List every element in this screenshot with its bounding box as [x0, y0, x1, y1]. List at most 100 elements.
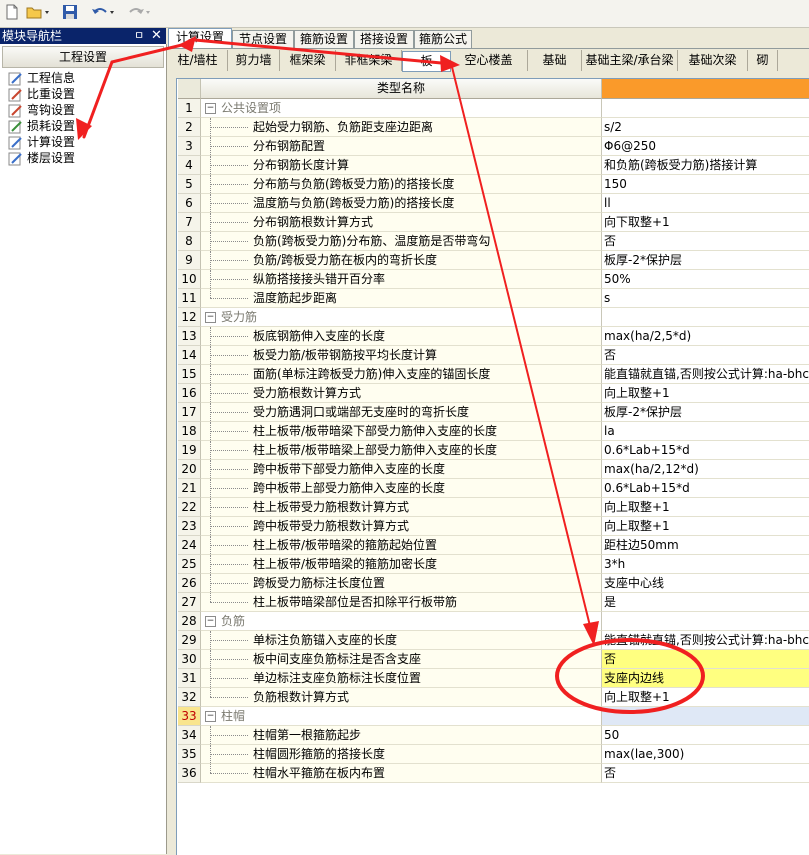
- grid-header-name[interactable]: 类型名称: [201, 79, 602, 99]
- row-value-cell[interactable]: Φ6@250: [602, 137, 809, 156]
- row-value-cell[interactable]: 能直锚就直锚,否则按公式计算:ha-bhc+15*d: [602, 365, 809, 384]
- row-value-cell[interactable]: 150: [602, 175, 809, 194]
- table-row[interactable]: 7 分布钢筋根数计算方式 向下取整+1: [178, 213, 809, 232]
- table-row[interactable]: 10 纵筋搭接接头错开百分率 50%: [178, 270, 809, 289]
- component-tab-10[interactable]: 砌: [748, 50, 778, 71]
- component-tab-9[interactable]: 基础次梁: [678, 50, 748, 71]
- component-tab-3[interactable]: 框架梁: [280, 50, 336, 71]
- nav-item-3[interactable]: 弯钩设置: [8, 102, 75, 118]
- table-row[interactable]: 18 柱上板带/板带暗梁下部受力筋伸入支座的长度 la: [178, 422, 809, 441]
- row-value-cell[interactable]: 支座中心线: [602, 574, 809, 593]
- group-row[interactable]: 1− 公共设置项: [178, 99, 809, 118]
- row-value-cell[interactable]: max(ha/2,5*d): [602, 327, 809, 346]
- table-row[interactable]: 14 板受力筋/板带钢筋按平均长度计算 否: [178, 346, 809, 365]
- table-row[interactable]: 21 跨中板带上部受力筋伸入支座的长度 0.6*Lab+15*d: [178, 479, 809, 498]
- table-row[interactable]: 13 板底钢筋伸入支座的长度 max(ha/2,5*d): [178, 327, 809, 346]
- row-value-cell[interactable]: 是: [602, 593, 809, 612]
- table-row[interactable]: 27 柱上板带暗梁部位是否扣除平行板带筋 是: [178, 593, 809, 612]
- table-row[interactable]: 36 柱帽水平箍筋在板内布置 否: [178, 764, 809, 783]
- tab-3[interactable]: 箍筋设置: [294, 30, 354, 48]
- row-value-cell[interactable]: 3*h: [602, 555, 809, 574]
- table-row[interactable]: 19 柱上板带/板带暗梁上部受力筋伸入支座的长度 0.6*Lab+15*d: [178, 441, 809, 460]
- row-value-cell[interactable]: max(lae,300): [602, 745, 809, 764]
- nav-item-6[interactable]: 楼层设置: [8, 150, 75, 166]
- row-value-cell[interactable]: 和负筋(跨板受力筋)搭接计算: [602, 156, 809, 175]
- row-value-cell[interactable]: 否: [602, 346, 809, 365]
- row-value-cell[interactable]: ll: [602, 194, 809, 213]
- nav-header-button[interactable]: 工程设置: [2, 46, 164, 68]
- group-row[interactable]: 33− 柱帽: [178, 707, 809, 726]
- redo-icon[interactable]: [126, 4, 156, 22]
- nav-item-5[interactable]: 计算设置: [8, 134, 75, 150]
- table-row[interactable]: 31 单边标注支座负筋标注长度位置 支座内边线: [178, 669, 809, 688]
- table-row[interactable]: 17 受力筋遇洞口或端部无支座时的弯折长度 板厚-2*保护层: [178, 403, 809, 422]
- row-value-cell[interactable]: 距柱边50mm: [602, 536, 809, 555]
- table-row[interactable]: 2 起始受力钢筋、负筋距支座边距离 s/2: [178, 118, 809, 137]
- table-row[interactable]: 3 分布钢筋配置 Φ6@250: [178, 137, 809, 156]
- table-row[interactable]: 29 单标注负筋锚入支座的长度 能直锚就直锚,否则按公式计算:ha-bhc+15*d: [178, 631, 809, 650]
- table-row[interactable]: 25 柱上板带/板带暗梁的箍筋加密长度 3*h: [178, 555, 809, 574]
- row-value-cell[interactable]: 否: [602, 764, 809, 783]
- undo-icon[interactable]: [90, 4, 120, 22]
- table-row[interactable]: 16 受力筋根数计算方式 向上取整+1: [178, 384, 809, 403]
- collapse-icon[interactable]: −: [205, 616, 216, 627]
- tab-4[interactable]: 搭接设置: [354, 30, 414, 48]
- component-tab-7[interactable]: 基础: [528, 50, 582, 71]
- table-row[interactable]: 11 温度筋起步距离 s: [178, 289, 809, 308]
- row-value-cell[interactable]: s/2: [602, 118, 809, 137]
- nav-item-4[interactable]: 损耗设置: [8, 118, 75, 134]
- row-value-cell[interactable]: 板厚-2*保护层: [602, 403, 809, 422]
- table-row[interactable]: 34 柱帽第一根箍筋起步 50: [178, 726, 809, 745]
- row-value-cell[interactable]: 向上取整+1: [602, 517, 809, 536]
- component-tab-1[interactable]: 柱/墙柱: [168, 50, 228, 71]
- table-row[interactable]: 22 柱上板带受力筋根数计算方式 向上取整+1: [178, 498, 809, 517]
- table-row[interactable]: 26 跨板受力筋标注长度位置 支座中心线: [178, 574, 809, 593]
- collapse-icon[interactable]: −: [205, 103, 216, 114]
- row-value-cell[interactable]: 50%: [602, 270, 809, 289]
- row-value-cell[interactable]: 0.6*Lab+15*d: [602, 479, 809, 498]
- group-row[interactable]: 28− 负筋: [178, 612, 809, 631]
- table-row[interactable]: 15 面筋(单标注跨板受力筋)伸入支座的锚固长度 能直锚就直锚,否则按公式计算:ha…: [178, 365, 809, 384]
- row-value-cell[interactable]: 能直锚就直锚,否则按公式计算:ha-bhc+15*d: [602, 631, 809, 650]
- table-row[interactable]: 35 柱帽圆形箍筋的搭接长度 max(lae,300): [178, 745, 809, 764]
- open-folder-icon[interactable]: [26, 4, 52, 22]
- component-tab-8[interactable]: 基础主梁/承台梁: [582, 50, 678, 71]
- group-row[interactable]: 12− 受力筋: [178, 308, 809, 327]
- table-row[interactable]: 5 分布筋与负筋(跨板受力筋)的搭接长度 150: [178, 175, 809, 194]
- component-tab-6[interactable]: 空心楼盖: [450, 50, 528, 71]
- row-value-cell[interactable]: 向上取整+1: [602, 498, 809, 517]
- collapse-icon[interactable]: −: [205, 711, 216, 722]
- row-value-cell[interactable]: 向上取整+1: [602, 384, 809, 403]
- save-icon[interactable]: [62, 4, 80, 22]
- row-value-cell[interactable]: 向上取整+1: [602, 688, 809, 707]
- table-row[interactable]: 6 温度筋与负筋(跨板受力筋)的搭接长度 ll: [178, 194, 809, 213]
- component-tab-5[interactable]: 板: [402, 51, 451, 72]
- row-value-cell[interactable]: 50: [602, 726, 809, 745]
- component-tab-4[interactable]: 非框架梁: [336, 50, 402, 71]
- tab-2[interactable]: 节点设置: [232, 30, 294, 48]
- row-value-cell[interactable]: 板厚-2*保护层: [602, 251, 809, 270]
- collapse-icon[interactable]: −: [205, 312, 216, 323]
- row-value-cell[interactable]: 0.6*Lab+15*d: [602, 441, 809, 460]
- table-row[interactable]: 23 跨中板带受力筋根数计算方式 向上取整+1: [178, 517, 809, 536]
- table-row[interactable]: 30 板中间支座负筋标注是否含支座 否: [178, 650, 809, 669]
- row-value-cell[interactable]: la: [602, 422, 809, 441]
- row-value-cell[interactable]: s: [602, 289, 809, 308]
- close-icon[interactable]: ✕: [151, 28, 162, 44]
- table-row[interactable]: 32 负筋根数计算方式 向上取整+1: [178, 688, 809, 707]
- component-tab-2[interactable]: 剪力墙: [228, 50, 280, 71]
- row-value-cell[interactable]: 否: [602, 232, 809, 251]
- table-row[interactable]: 4 分布钢筋长度计算 和负筋(跨板受力筋)搭接计算: [178, 156, 809, 175]
- nav-item-1[interactable]: 工程信息: [8, 70, 75, 86]
- table-row[interactable]: 20 跨中板带下部受力筋伸入支座的长度 max(ha/2,12*d): [178, 460, 809, 479]
- pin-icon[interactable]: ㅁ: [134, 28, 144, 44]
- row-value-cell[interactable]: 支座内边线: [602, 669, 809, 688]
- row-value-cell[interactable]: 向下取整+1: [602, 213, 809, 232]
- nav-item-2[interactable]: 比重设置: [8, 86, 75, 102]
- table-row[interactable]: 9 负筋/跨板受力筋在板内的弯折长度 板厚-2*保护层: [178, 251, 809, 270]
- table-row[interactable]: 8 负筋(跨板受力筋)分布筋、温度筋是否带弯勾 否: [178, 232, 809, 251]
- tab-5[interactable]: 箍筋公式: [414, 30, 472, 48]
- tab-1[interactable]: 计算设置: [168, 28, 232, 49]
- new-file-icon[interactable]: [4, 4, 22, 22]
- grid-header-value[interactable]: [602, 79, 809, 99]
